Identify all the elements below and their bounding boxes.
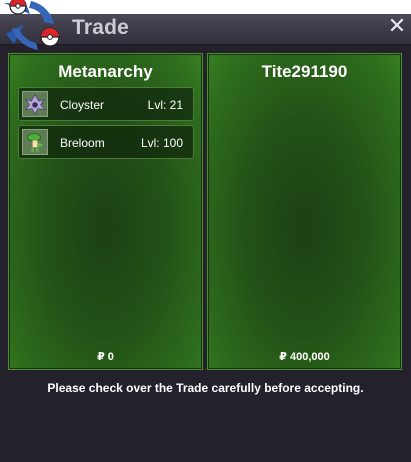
left-trainer-name: Metanarchy (58, 62, 153, 81)
pokemon-name: Cloyster (60, 98, 105, 112)
left-money-offer: ₽ 0 (97, 351, 114, 363)
pokemon-name: Breloom (60, 136, 105, 150)
window-title: Trade (72, 16, 130, 39)
pokemon-level: Lvl: 21 (147, 98, 183, 112)
breloom-sprite-icon (22, 129, 48, 155)
pokeball-logo-icon (4, 0, 60, 50)
close-icon[interactable]: ✕ (387, 15, 407, 37)
right-trainer-name: Tite291190 (261, 62, 348, 81)
trade-notice: Please check over the Trade carefully be… (47, 381, 364, 395)
right-money-offer: ₽ 400,000 (279, 351, 330, 363)
pokemon-slot-breloom[interactable]: Breloom Lvl: 100 (18, 125, 194, 159)
pokemon-level: Lvl: 100 (140, 136, 183, 150)
trade-window: Trade ✕ Metanarchy Cloyster Lvl: 21 Brel… (0, 0, 411, 462)
pokemon-slot-cloyster[interactable]: Cloyster Lvl: 21 (18, 87, 194, 121)
right-trade-panel: Tite291190 ₽ 400,000 (207, 53, 402, 370)
left-trade-panel: Metanarchy Cloyster Lvl: 21 Breloom Lvl:… (8, 53, 203, 370)
cloyster-sprite-icon (22, 91, 48, 117)
